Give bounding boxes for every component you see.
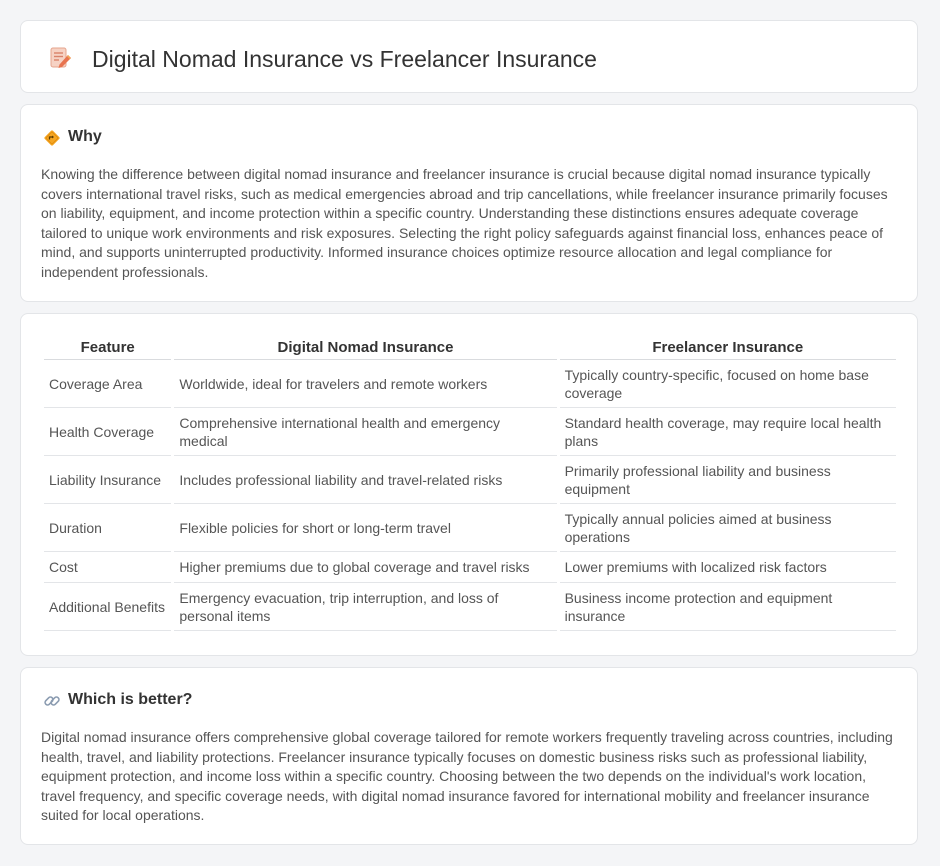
column-header-freelancer: Freelancer Insurance <box>559 334 896 360</box>
table-header-row: Feature Digital Nomad Insurance Freelanc… <box>44 334 896 360</box>
feature-cell: Coverage Area <box>44 360 172 408</box>
link-icon <box>44 696 60 706</box>
better-heading: Which is better? <box>68 691 193 708</box>
table-row: Additional Benefits Emergency evacuation… <box>44 583 896 631</box>
digital-nomad-cell: Comprehensive international health and e… <box>174 408 557 456</box>
freelancer-cell: Typically annual policies aimed at busin… <box>559 504 896 552</box>
column-header-feature: Feature <box>44 334 172 360</box>
table-row: Coverage Area Worldwide, ideal for trave… <box>44 360 896 408</box>
feature-cell: Duration <box>44 504 172 552</box>
freelancer-cell: Primarily professional liability and bus… <box>559 456 896 504</box>
feature-cell: Additional Benefits <box>44 583 172 631</box>
digital-nomad-cell: Flexible policies for short or long-term… <box>174 504 557 552</box>
column-header-digital-nomad: Digital Nomad Insurance <box>174 334 557 360</box>
freelancer-cell: Standard health coverage, may require lo… <box>559 408 896 456</box>
feature-cell: Health Coverage <box>44 408 172 456</box>
table-row: Health Coverage Comprehensive internatio… <box>44 408 896 456</box>
document-pen-icon <box>50 47 71 68</box>
table-row: Liability Insurance Includes professiona… <box>44 456 896 504</box>
which-is-better-section: Which is better? Digital nomad insurance… <box>20 667 918 845</box>
freelancer-cell: Typically country-specific, focused on h… <box>559 360 896 408</box>
digital-nomad-cell: Higher premiums due to global coverage a… <box>174 552 557 583</box>
why-text: Knowing the difference between digital n… <box>41 166 888 280</box>
table-row: Duration Flexible policies for short or … <box>44 504 896 552</box>
diamond-sign-icon <box>44 130 60 146</box>
why-section: Why Knowing the difference between digit… <box>20 104 918 302</box>
feature-cell: Liability Insurance <box>44 456 172 504</box>
table-row: Cost Higher premiums due to global cover… <box>44 552 896 583</box>
digital-nomad-cell: Emergency evacuation, trip interruption,… <box>174 583 557 631</box>
header-card: Digital Nomad Insurance vs Freelancer In… <box>20 20 918 93</box>
digital-nomad-cell: Includes professional liability and trav… <box>174 456 557 504</box>
digital-nomad-cell: Worldwide, ideal for travelers and remot… <box>174 360 557 408</box>
better-text: Digital nomad insurance offers comprehen… <box>41 729 893 823</box>
freelancer-cell: Business income protection and equipment… <box>559 583 896 631</box>
why-heading: Why <box>68 128 102 145</box>
comparison-card: Feature Digital Nomad Insurance Freelanc… <box>20 313 918 656</box>
comparison-table: Feature Digital Nomad Insurance Freelanc… <box>41 334 899 631</box>
freelancer-cell: Lower premiums with localized risk facto… <box>559 552 896 583</box>
page-title: Digital Nomad Insurance vs Freelancer In… <box>92 46 597 72</box>
feature-cell: Cost <box>44 552 172 583</box>
